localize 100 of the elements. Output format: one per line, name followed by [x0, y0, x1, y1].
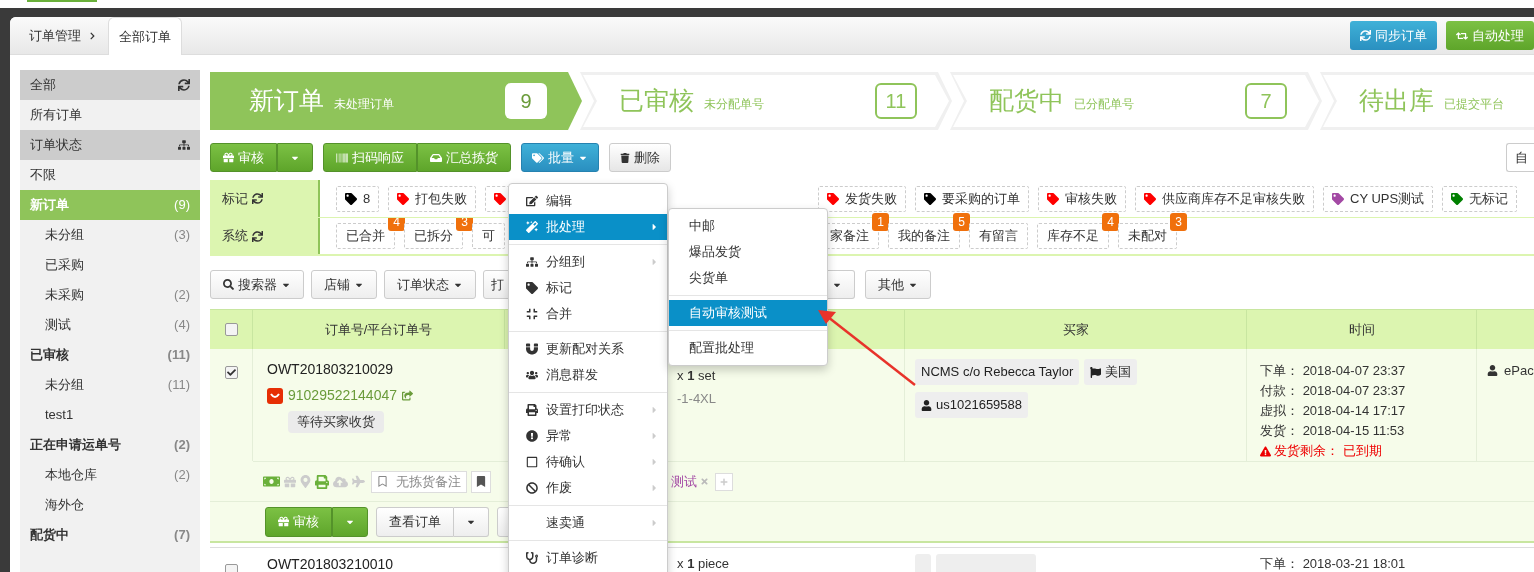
country-chip: 美国 [1084, 359, 1138, 385]
page-tab[interactable]: 全部订单 [108, 17, 182, 55]
users-icon [525, 369, 538, 381]
mark-filter-tag[interactable]: 供应商库存不足审核失败 [1135, 185, 1314, 212]
count-badge: 3 [456, 218, 473, 231]
sidebar-label: 海外仓 [45, 496, 84, 515]
system-filter-tag[interactable]: 有留言 [969, 223, 1028, 249]
mark-filter-tag[interactable]: 无标记 [1442, 185, 1518, 212]
item-count: (3) [174, 226, 190, 245]
menu-item[interactable]: 自动审核测试 [669, 300, 827, 326]
sidebar-item[interactable]: 已审核 (11) [20, 340, 200, 370]
print-icon [525, 404, 538, 416]
sidebar-item[interactable]: 订单状态 [20, 130, 200, 160]
step-count: 9 [505, 83, 547, 119]
menu-label: 异常 [546, 427, 573, 446]
sidebar-label: 不限 [30, 166, 56, 185]
picking-note-button[interactable]: 无拣货备注 [371, 470, 467, 493]
sidebar-label: 配货中 [30, 526, 69, 545]
system-filter-tag[interactable]: 可 [472, 223, 505, 249]
mark-filter-tag[interactable]: CY UPS测试 [1323, 185, 1434, 212]
add-tag-button[interactable] [715, 472, 733, 491]
cloud-icon[interactable] [333, 474, 348, 489]
search-icon [223, 279, 234, 290]
tag-label: CY UPS测试 [1350, 189, 1425, 208]
menu-label: 订单诊断 [546, 549, 599, 568]
external-link-icon[interactable] [402, 390, 413, 401]
sidebar-item[interactable]: 未分组 (11) [20, 370, 200, 400]
sidebar-item[interactable]: 未分组 (3) [20, 220, 200, 250]
breadcrumb-parent[interactable]: 订单管理 [29, 25, 96, 46]
mark-filter-tag[interactable]: 发货失败 [818, 185, 906, 212]
gift-icon[interactable] [284, 475, 296, 488]
filter-dropdown[interactable]: 店铺 [311, 270, 377, 299]
searcher-dropdown[interactable]: 搜索器 [210, 270, 304, 299]
refresh-icon[interactable] [252, 193, 263, 204]
sidebar-item[interactable]: 配货中 (7) [20, 520, 200, 550]
menu-label: 作废 [546, 479, 573, 498]
time-line: 虚拟： 2018-04-14 17:17 [1260, 402, 1407, 420]
system-filter-tag[interactable]: 已拆分 [404, 223, 463, 249]
sidebar-item[interactable]: 未采购 (2) [20, 280, 200, 310]
tag-label: 8 [363, 189, 371, 208]
sidebar-item[interactable]: 所有订单 [20, 100, 200, 130]
shop-icon [267, 387, 283, 404]
menu-item[interactable]: 消息群发 [509, 362, 667, 388]
filter-dropdown[interactable]: 订单状态 [384, 270, 476, 299]
time-line: 下单： 2018-04-07 23:37 [1260, 362, 1407, 380]
sidebar-item[interactable]: 海外仓 [20, 490, 200, 520]
menu-item[interactable]: 作废 [509, 475, 667, 501]
sidebar-item[interactable]: 不限 [20, 160, 200, 190]
print-icon[interactable] [315, 474, 329, 489]
sidebar-item[interactable]: 测试 (4) [20, 310, 200, 340]
plane-icon[interactable] [352, 475, 365, 488]
row-checkbox[interactable] [224, 323, 238, 336]
menu-item[interactable]: 尖货单 [669, 265, 827, 291]
delete-button[interactable]: 删除 [609, 143, 671, 172]
step-subtitle: 已分配单号 [1074, 96, 1134, 113]
menu-item[interactable]: 速卖通 [509, 510, 667, 536]
sidebar-label: test1 [45, 406, 74, 425]
row-checkbox[interactable] [224, 366, 238, 379]
system-filter-tag[interactable]: 我的备注 [888, 223, 960, 249]
dropdown-toggle[interactable] [277, 143, 313, 172]
count-badge: 4 [388, 218, 405, 231]
bookmark-button[interactable] [471, 470, 491, 493]
dropdown-toggle[interactable] [332, 506, 368, 537]
mark-filter-tag[interactable]: 打包失败 [388, 185, 477, 212]
menu-item[interactable]: 批处理 [509, 214, 667, 240]
sidebar-item[interactable]: 本地仓库 (2) [20, 460, 200, 490]
remove-icon[interactable] [700, 477, 709, 486]
menu-item[interactable]: 更新配对关系 [509, 336, 667, 362]
menu-item[interactable]: 合并 [509, 301, 667, 327]
system-filter-tag[interactable]: 库存不足 [1037, 223, 1109, 249]
menu-item[interactable]: 异常 [509, 423, 667, 449]
refresh-icon[interactable] [178, 79, 190, 91]
menu-item[interactable]: 配置批处理 [669, 335, 827, 361]
submenu-arrow-icon [650, 257, 659, 267]
system-filter-tag[interactable]: 未配对 [1118, 223, 1177, 249]
mark-filter-tag[interactable]: 8 [336, 185, 380, 212]
dropdown-toggle[interactable] [454, 506, 489, 537]
menu-item[interactable]: 待确认 [509, 449, 667, 475]
submenu-arrow-icon [650, 222, 659, 232]
buyer-id-chip: us1021659588 [915, 392, 1029, 418]
location-icon[interactable] [300, 475, 311, 488]
system-filter-tag[interactable]: 已合并 [336, 223, 395, 249]
sidebar-item[interactable]: 已采购 [20, 250, 200, 280]
menu-item[interactable]: 编辑 [509, 188, 667, 214]
filter-dropdown[interactable]: 其他 [865, 270, 931, 299]
right-button[interactable]: 自 [1506, 143, 1534, 172]
hierarchy-icon[interactable] [178, 139, 190, 151]
item-count: (9) [174, 196, 190, 215]
submenu-arrow-icon [650, 518, 659, 528]
sidebar-item[interactable]: test1 [20, 400, 200, 430]
mark-filter-tag[interactable]: 审核失败 [1038, 185, 1126, 212]
sidebar-item[interactable]: 正在申请运单号 (2) [20, 430, 200, 460]
sidebar-item[interactable]: 全部 [20, 70, 200, 100]
money-icon[interactable] [263, 474, 280, 489]
menu-item[interactable]: 设置打印状态 [509, 397, 667, 423]
mark-filter-tag[interactable]: 要采购的订单 [915, 185, 1029, 212]
refresh-icon[interactable] [252, 230, 263, 242]
menu-item[interactable]: 订单诊断 [509, 545, 667, 571]
chevron-icon [89, 31, 96, 40]
view-order-button[interactable]: 查看订单 [376, 506, 454, 537]
